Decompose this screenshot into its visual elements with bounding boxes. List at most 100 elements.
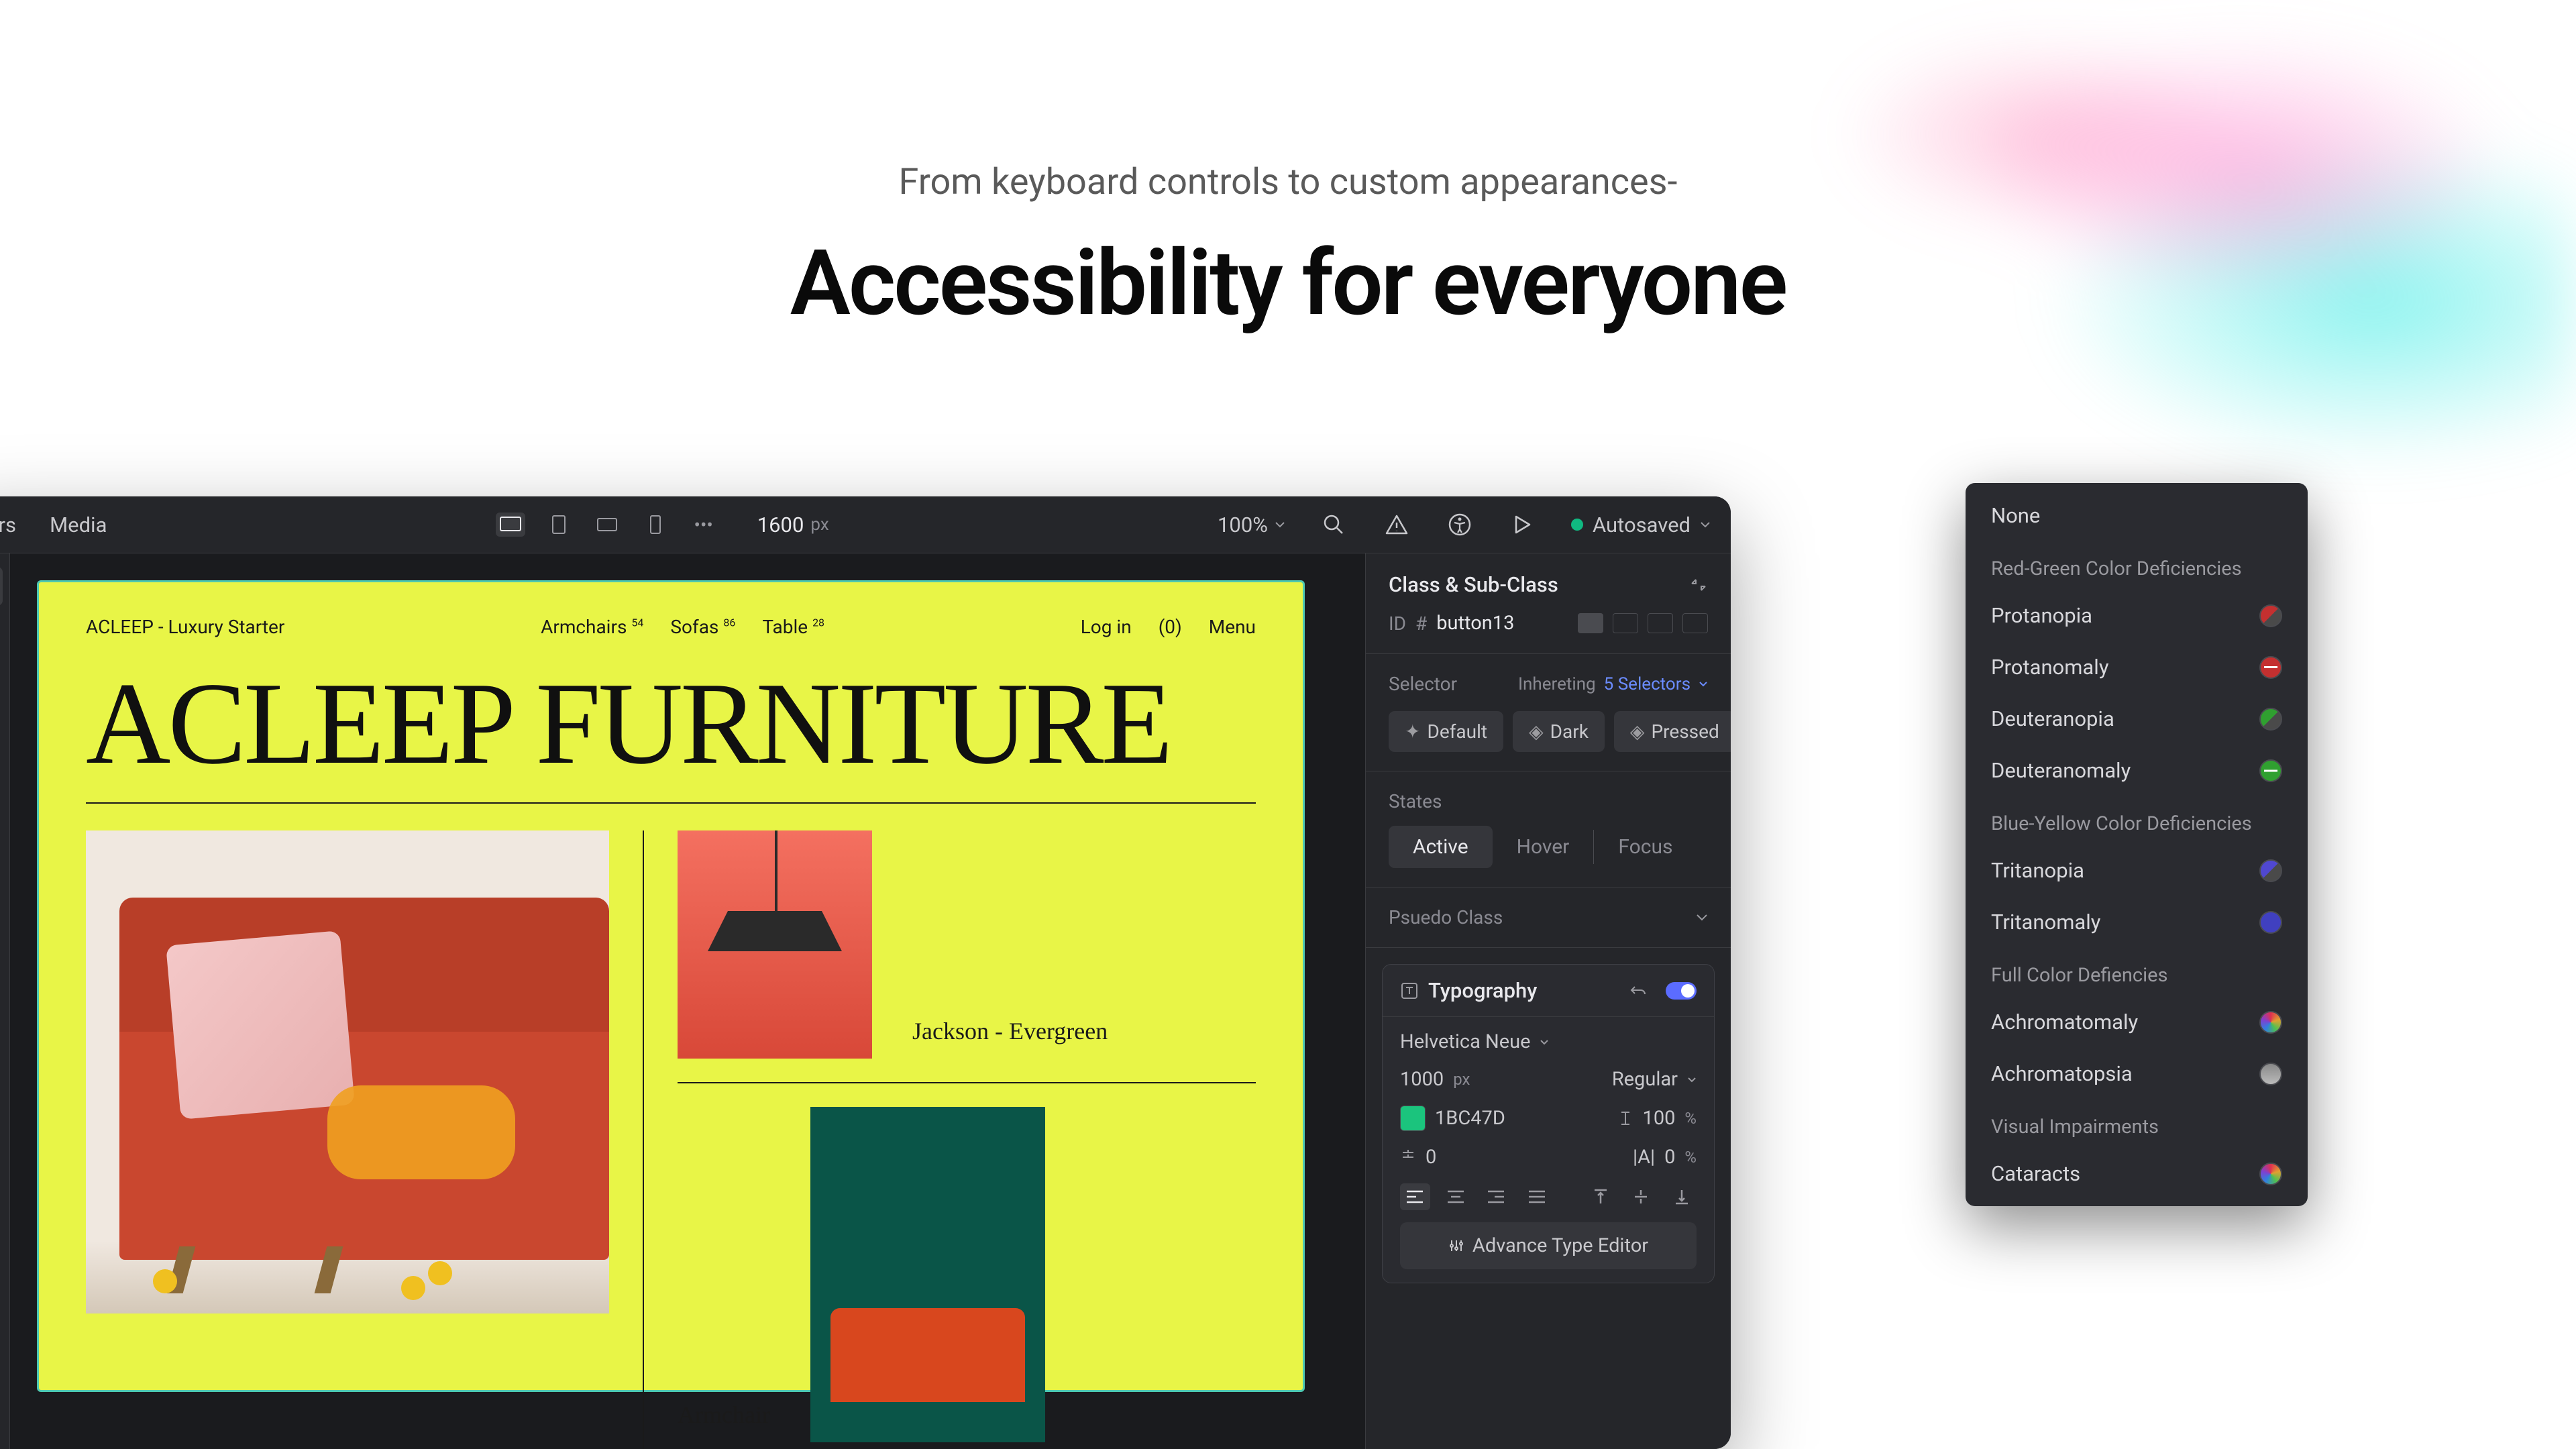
- device-tablet-landscape-icon[interactable]: [592, 513, 622, 537]
- hero-title: Accessibility for everyone: [0, 230, 2576, 336]
- swatch-icon: [2259, 708, 2282, 731]
- align-left-icon[interactable]: [1400, 1183, 1430, 1210]
- state-hover[interactable]: Hover: [1493, 826, 1594, 868]
- more-devices-icon[interactable]: •••: [689, 513, 718, 537]
- hero-text: From keyboard controls to custom appeara…: [0, 161, 2576, 336]
- status-dot-icon: [1571, 519, 1583, 531]
- nav-table[interactable]: Table 28: [762, 616, 824, 638]
- bp-tablet-icon[interactable]: [1613, 613, 1638, 633]
- width-value: 1600: [757, 513, 804, 537]
- a11y-cataracts[interactable]: Cataracts: [1966, 1148, 2308, 1199]
- chevron-up-icon[interactable]: ⌃: [0, 910, 3, 929]
- advance-type-button[interactable]: Advance Type Editor: [1400, 1222, 1697, 1269]
- a11y-tritanopia[interactable]: Tritanopia: [1966, 845, 2308, 896]
- valign-top-icon[interactable]: [1586, 1183, 1616, 1210]
- a11y-protanomaly[interactable]: Protanomaly: [1966, 641, 2308, 693]
- a11y-protanopia[interactable]: Protanopia: [1966, 590, 2308, 641]
- menu-link[interactable]: Menu: [1209, 616, 1256, 638]
- accessibility-icon[interactable]: [1445, 510, 1474, 539]
- paragraph-spacing[interactable]: 0: [1400, 1146, 1436, 1169]
- bp-desktop-icon[interactable]: [1578, 613, 1603, 633]
- chip-default[interactable]: ✦Default: [1389, 711, 1503, 752]
- chevron-down-icon: [1699, 681, 1708, 687]
- rail-primary[interactable]: ry: [0, 567, 3, 606]
- rail-collapse-icon[interactable]: [0, 996, 3, 1035]
- state-tabs: Active Hover Focus: [1389, 826, 1708, 868]
- swatch-icon: [2259, 759, 2282, 782]
- text-color[interactable]: 1BC47D: [1400, 1106, 1505, 1131]
- nav-armchairs[interactable]: Armchairs 54: [541, 616, 643, 638]
- site-brand: ACLEEP - Luxury Starter: [86, 616, 284, 638]
- swatch-icon: [2259, 1063, 2282, 1085]
- id-value[interactable]: button13: [1436, 612, 1514, 635]
- chevron-down-icon[interactable]: [1696, 914, 1708, 921]
- chevron-up-icon[interactable]: ⌃: [0, 622, 3, 641]
- a11y-achromatomaly[interactable]: Achromatomaly: [1966, 996, 2308, 1048]
- a11y-deuteranopia[interactable]: Deuteranopia: [1966, 693, 2308, 745]
- a11y-group-fullcolor: Full Color Defiencies: [1966, 948, 2308, 996]
- a11y-group-redgreen: Red-Green Color Deficiencies: [1966, 541, 2308, 590]
- align-justify-icon[interactable]: [1522, 1183, 1552, 1210]
- a11y-tritanomaly[interactable]: Tritanomaly: [1966, 896, 2308, 948]
- device-mobile-icon[interactable]: [641, 513, 670, 537]
- breakpoint-strip[interactable]: [1578, 613, 1708, 633]
- a11y-deuteranomaly[interactable]: Deuteranomaly: [1966, 745, 2308, 796]
- left-rail: ry ⌃ lock Show ⌃ ⌃: [0, 553, 10, 1449]
- warning-icon[interactable]: [1382, 510, 1411, 539]
- chevron-down-icon: [1700, 521, 1711, 528]
- login-link[interactable]: Log in: [1081, 616, 1132, 638]
- typography-title: Typography: [1428, 978, 1620, 1003]
- product-row-1: Jackson - Evergreen: [678, 830, 1256, 1083]
- a11y-achromatopsia[interactable]: Achromatopsia: [1966, 1048, 2308, 1099]
- align-center-icon[interactable]: [1441, 1183, 1471, 1210]
- a11y-none[interactable]: None: [1966, 490, 2308, 541]
- tab-layers[interactable]: ayers: [0, 513, 16, 537]
- chevron-down-icon: [1687, 1077, 1697, 1083]
- accessibility-menu: None Red-Green Color Deficiencies Protan…: [1966, 483, 2308, 1206]
- bp-tablet2-icon[interactable]: [1648, 613, 1673, 633]
- rail-show[interactable]: Show: [0, 855, 3, 894]
- chip-pressed[interactable]: ◈Pressed: [1614, 711, 1731, 752]
- typography-toggle[interactable]: [1666, 982, 1697, 1000]
- selector-inheritance[interactable]: Inhereting 5 Selectors: [1518, 674, 1708, 694]
- state-focus[interactable]: Focus: [1594, 826, 1697, 868]
- chevron-down-icon: [1540, 1039, 1549, 1045]
- device-tablet-portrait-icon[interactable]: [544, 513, 574, 537]
- chevron-up-icon[interactable]: ⌃: [0, 1413, 3, 1432]
- rail-block[interactable]: [0, 657, 3, 696]
- device-desktop-icon[interactable]: [496, 513, 525, 537]
- font-weight-select[interactable]: Regular: [1612, 1068, 1697, 1091]
- state-active[interactable]: Active: [1389, 826, 1493, 868]
- play-icon[interactable]: [1508, 510, 1538, 539]
- canvas-width[interactable]: 1600 px: [757, 513, 829, 537]
- font-family-select[interactable]: Helvetica Neue: [1400, 1030, 1549, 1053]
- undo-icon[interactable]: [1629, 983, 1647, 999]
- editor-window: ayers Media ••• 1600 px 100%: [0, 496, 1731, 1449]
- rail-block-label: lock: [0, 708, 3, 727]
- valign-bottom-icon[interactable]: [1667, 1183, 1697, 1210]
- tab-media[interactable]: Media: [50, 513, 107, 537]
- cart-count[interactable]: (0): [1159, 616, 1182, 638]
- rail-layout-icon[interactable]: [0, 945, 3, 984]
- align-right-icon[interactable]: [1481, 1183, 1511, 1210]
- letter-spacing-input[interactable]: |A| 0 %: [1633, 1146, 1697, 1169]
- bp-mobile-icon[interactable]: [1682, 613, 1708, 633]
- collapse-icon[interactable]: [1689, 576, 1708, 594]
- zoom-dropdown[interactable]: 100%: [1218, 513, 1285, 537]
- typography-icon: [1400, 981, 1419, 1000]
- font-size-input[interactable]: 1000 px: [1400, 1068, 1470, 1091]
- autosave-status[interactable]: Autosaved: [1571, 513, 1711, 537]
- line-height-icon: [1617, 1110, 1633, 1127]
- sliders-icon: [1448, 1238, 1464, 1254]
- swatch-icon: [2259, 1011, 2282, 1034]
- chip-dark[interactable]: ◈Dark: [1513, 711, 1605, 752]
- zoom-value: 100%: [1218, 513, 1268, 537]
- line-height-input[interactable]: 100 %: [1617, 1107, 1697, 1130]
- class-section-title: Class & Sub-Class: [1389, 572, 1558, 597]
- valign-middle-icon[interactable]: [1626, 1183, 1656, 1210]
- design-canvas[interactable]: ACLEEP - Luxury Starter Armchairs 54 Sof…: [37, 580, 1305, 1392]
- search-icon[interactable]: [1319, 510, 1348, 539]
- swatch-icon: [2259, 604, 2282, 627]
- swatch-icon: [2259, 859, 2282, 882]
- nav-sofas[interactable]: Sofas 86: [670, 616, 735, 638]
